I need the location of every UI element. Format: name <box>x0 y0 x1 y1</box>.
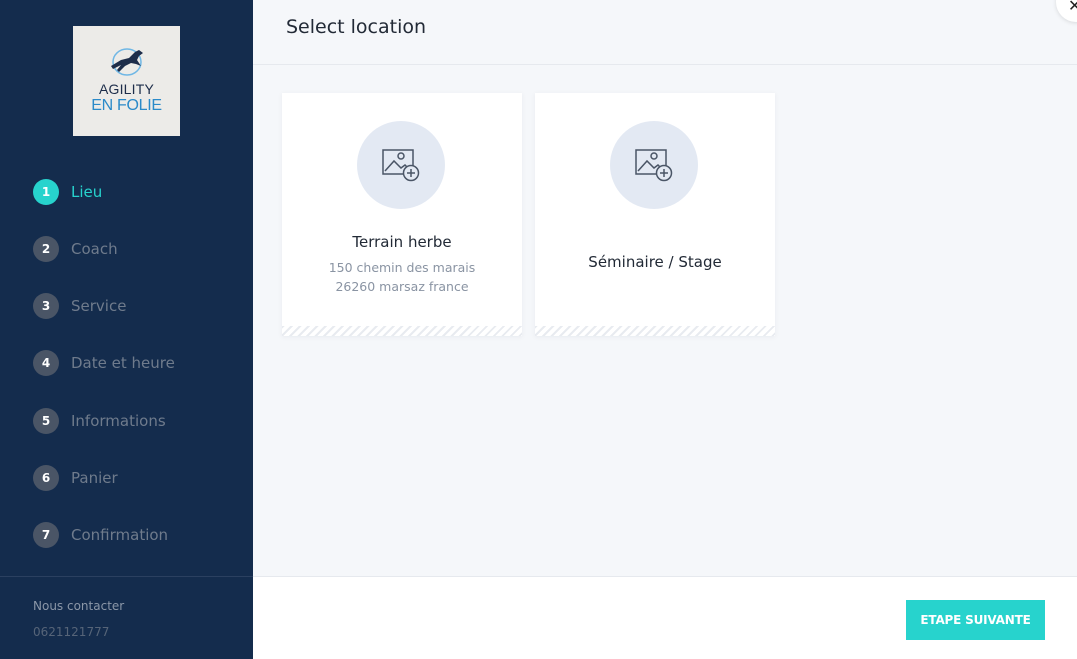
footer-bar: ETAPE SUIVANTE <box>253 576 1077 659</box>
image-add-icon <box>635 149 673 182</box>
step-number: 5 <box>33 408 59 434</box>
step-number: 2 <box>33 236 59 262</box>
contact-title: Nous contacter <box>33 599 125 613</box>
step-label: Date et heure <box>71 354 175 372</box>
step-label: Service <box>71 297 127 315</box>
step-label: Coach <box>71 240 118 258</box>
step-confirmation[interactable]: 7 Confirmation <box>33 522 243 548</box>
location-address-line1: 150 chemin des marais <box>328 260 476 275</box>
step-panier[interactable]: 6 Panier <box>33 465 243 491</box>
location-name: Séminaire / Stage <box>588 253 722 271</box>
image-add-icon <box>382 149 420 182</box>
location-card-terrain-herbe[interactable]: Terrain herbe 150 chemin des marais 2626… <box>282 93 522 336</box>
step-number: 1 <box>33 179 59 205</box>
card-hatch-border <box>282 326 522 336</box>
step-label: Informations <box>71 412 166 430</box>
close-button[interactable]: ✕ <box>1056 0 1077 22</box>
location-image-placeholder <box>610 121 698 209</box>
step-label: Confirmation <box>71 526 169 544</box>
location-card-seminaire-stage[interactable]: Séminaire / Stage <box>535 93 775 336</box>
steps-nav: 1 Lieu 2 Coach 3 Service 4 Date et heure… <box>33 179 243 579</box>
step-number: 4 <box>33 350 59 376</box>
logo-text-line1: AGILITY <box>98 81 155 97</box>
sidebar: AGILITY EN FOLIE 1 Lieu 2 Coach 3 Servic… <box>0 0 253 659</box>
step-number: 6 <box>33 465 59 491</box>
card-hatch-border <box>535 326 775 336</box>
step-lieu[interactable]: 1 Lieu <box>33 179 243 205</box>
step-label: Panier <box>71 469 118 487</box>
main-header: Select location ✕ <box>253 0 1077 65</box>
location-image-placeholder <box>357 121 445 209</box>
step-informations[interactable]: 5 Informations <box>33 408 243 434</box>
brand-logo: AGILITY EN FOLIE <box>73 26 180 136</box>
step-date-et-heure[interactable]: 4 Date et heure <box>33 350 243 376</box>
dog-logo-icon <box>111 48 143 76</box>
sidebar-divider <box>0 576 253 577</box>
step-coach[interactable]: 2 Coach <box>33 236 243 262</box>
step-label: Lieu <box>71 183 103 201</box>
close-icon: ✕ <box>1068 0 1077 15</box>
location-address-line2: 26260 marsaz france <box>335 279 469 294</box>
page-title: Select location <box>286 16 427 38</box>
contact-phone[interactable]: 0621121777 <box>33 625 109 639</box>
step-number: 7 <box>33 522 59 548</box>
location-name: Terrain herbe <box>352 233 452 251</box>
logo-text-line2: EN FOLIE <box>91 97 162 114</box>
step-service[interactable]: 3 Service <box>33 293 243 319</box>
step-number: 3 <box>33 293 59 319</box>
next-step-button[interactable]: ETAPE SUIVANTE <box>906 600 1045 640</box>
